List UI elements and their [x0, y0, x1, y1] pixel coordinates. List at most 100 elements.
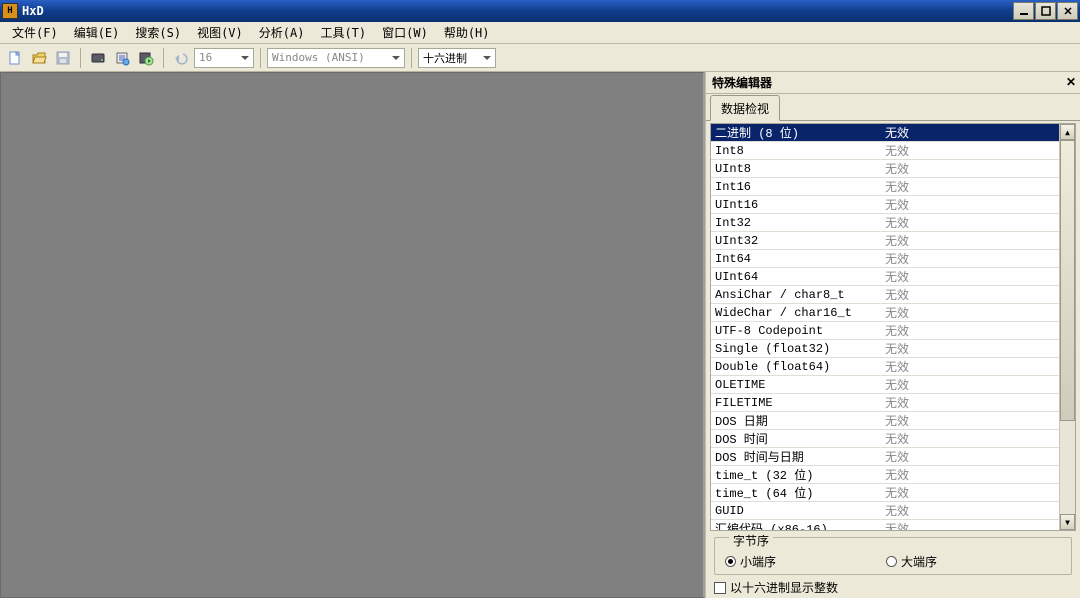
encoding-value: Windows (ANSI) — [272, 51, 365, 64]
inspector-value: 无效 — [881, 268, 1059, 285]
byte-order-legend: 字节序 — [729, 532, 773, 549]
inspector-row[interactable]: time_t (64 位)无效 — [711, 484, 1059, 502]
menu-search[interactable]: 搜索(S) — [127, 21, 189, 44]
app-title: HxD — [22, 4, 1012, 18]
toolbar-separator — [260, 48, 261, 68]
encoding-select[interactable]: Windows (ANSI) — [267, 48, 405, 68]
menu-edit[interactable]: 编辑(E) — [66, 21, 128, 44]
inspector-value: 无效 — [881, 304, 1059, 321]
inspector-row[interactable]: WideChar / char16_t无效 — [711, 304, 1059, 322]
undo-button[interactable] — [170, 47, 192, 69]
hex-workspace[interactable] — [0, 72, 705, 598]
close-icon[interactable]: ✕ — [1066, 75, 1076, 89]
maximize-button[interactable] — [1035, 2, 1056, 20]
tab-data-inspector[interactable]: 数据检视 — [710, 95, 780, 121]
inspector-type-name: Double (float64) — [711, 360, 881, 374]
save-button[interactable] — [52, 47, 74, 69]
menu-tools[interactable]: 工具(T) — [312, 21, 374, 44]
data-inspector-table: 二进制 (8 位)无效Int8无效UInt8无效Int16无效UInt16无效I… — [710, 123, 1076, 531]
radio-little-endian[interactable]: 小端序 — [725, 553, 776, 570]
inspector-type-name: 二进制 (8 位) — [711, 124, 881, 141]
inspector-value: 无效 — [881, 412, 1059, 429]
inspector-value: 无效 — [881, 214, 1059, 231]
open-ram-button[interactable] — [111, 47, 133, 69]
inspector-type-name: UInt16 — [711, 198, 881, 212]
inspector-type-name: UInt32 — [711, 234, 881, 248]
inspector-row[interactable]: GUID无效 — [711, 502, 1059, 520]
inspector-row[interactable]: OLETIME无效 — [711, 376, 1059, 394]
window-controls — [1012, 2, 1078, 20]
scroll-down-arrow[interactable]: ▼ — [1060, 514, 1075, 530]
tab-page-data-inspector: 二进制 (8 位)无效Int8无效UInt8无效Int16无效UInt16无效I… — [706, 120, 1080, 598]
menu-analyze[interactable]: 分析(A) — [251, 21, 313, 44]
inspector-value: 无效 — [881, 250, 1059, 267]
inspector-row[interactable]: DOS 时间与日期无效 — [711, 448, 1059, 466]
inspector-row[interactable]: Int32无效 — [711, 214, 1059, 232]
bytes-per-row-value: 16 — [199, 51, 212, 64]
inspector-type-name: OLETIME — [711, 378, 881, 392]
hex-integers-checkbox-row[interactable]: 以十六进制显示整数 — [714, 579, 1072, 596]
inspector-value: 无效 — [881, 448, 1059, 465]
radio-big-endian[interactable]: 大端序 — [886, 553, 937, 570]
inspector-row[interactable]: Int16无效 — [711, 178, 1059, 196]
vertical-scrollbar[interactable]: ▲ ▼ — [1059, 124, 1075, 530]
checkbox-label: 以十六进制显示整数 — [730, 579, 838, 596]
inspector-row[interactable]: UInt32无效 — [711, 232, 1059, 250]
inspector-value: 无效 — [881, 376, 1059, 393]
inspector-value: 无效 — [881, 178, 1059, 195]
inspector-type-name: time_t (32 位) — [711, 466, 881, 483]
inspector-value: 无效 — [881, 286, 1059, 303]
menu-file[interactable]: 文件(F) — [4, 21, 66, 44]
side-tabs: 数据检视 — [706, 94, 1080, 120]
inspector-row[interactable]: 汇编代码 (x86-16)无效 — [711, 520, 1059, 530]
bytes-per-row-select[interactable]: 16 — [194, 48, 254, 68]
open-disk-image-button[interactable] — [135, 47, 157, 69]
inspector-type-name: DOS 时间 — [711, 430, 881, 447]
menubar: 文件(F) 编辑(E) 搜索(S) 视图(V) 分析(A) 工具(T) 窗口(W… — [0, 22, 1080, 44]
menu-window[interactable]: 窗口(W) — [374, 21, 436, 44]
byte-order-group: 字节序 小端序 大端序 — [714, 537, 1072, 575]
radio-label: 小端序 — [740, 553, 776, 570]
numeral-base-select[interactable]: 十六进制 — [418, 48, 496, 68]
inspector-type-name: time_t (64 位) — [711, 484, 881, 501]
inspector-row[interactable]: Int64无效 — [711, 250, 1059, 268]
inspector-type-name: GUID — [711, 504, 881, 518]
inspector-row[interactable]: time_t (32 位)无效 — [711, 466, 1059, 484]
radio-circle-icon — [886, 556, 897, 567]
inspector-row[interactable]: Int8无效 — [711, 142, 1059, 160]
inspector-type-name: UTF-8 Codepoint — [711, 324, 881, 338]
scroll-track[interactable] — [1060, 140, 1075, 514]
inspector-row[interactable]: Double (float64)无效 — [711, 358, 1059, 376]
radio-label: 大端序 — [901, 553, 937, 570]
inspector-value: 无效 — [881, 520, 1059, 530]
inspector-value: 无效 — [881, 232, 1059, 249]
inspector-value: 无效 — [881, 196, 1059, 213]
inspector-value: 无效 — [881, 466, 1059, 483]
inspector-value: 无效 — [881, 142, 1059, 159]
inspector-row[interactable]: Single (float32)无效 — [711, 340, 1059, 358]
scroll-up-arrow[interactable]: ▲ — [1060, 124, 1075, 140]
menu-view[interactable]: 视图(V) — [189, 21, 251, 44]
inspector-row[interactable]: UInt8无效 — [711, 160, 1059, 178]
inspector-type-name: Int64 — [711, 252, 881, 266]
toolbar-separator — [411, 48, 412, 68]
menu-help[interactable]: 帮助(H) — [436, 21, 498, 44]
inspector-row[interactable]: UInt16无效 — [711, 196, 1059, 214]
inspector-type-name: FILETIME — [711, 396, 881, 410]
inspector-type-name: Single (float32) — [711, 342, 881, 356]
inspector-row[interactable]: UInt64无效 — [711, 268, 1059, 286]
new-file-button[interactable] — [4, 47, 26, 69]
minimize-button[interactable] — [1013, 2, 1034, 20]
inspector-row[interactable]: DOS 时间无效 — [711, 430, 1059, 448]
inspector-row[interactable]: AnsiChar / char8_t无效 — [711, 286, 1059, 304]
scroll-thumb[interactable] — [1060, 140, 1075, 421]
inspector-row[interactable]: 二进制 (8 位)无效 — [711, 124, 1059, 142]
open-disk-button[interactable] — [87, 47, 109, 69]
inspector-row[interactable]: FILETIME无效 — [711, 394, 1059, 412]
toolbar-separator — [80, 48, 81, 68]
inspector-row[interactable]: DOS 日期无效 — [711, 412, 1059, 430]
close-button[interactable] — [1057, 2, 1078, 20]
open-file-button[interactable] — [28, 47, 50, 69]
inspector-value: 无效 — [881, 358, 1059, 375]
inspector-row[interactable]: UTF-8 Codepoint无效 — [711, 322, 1059, 340]
